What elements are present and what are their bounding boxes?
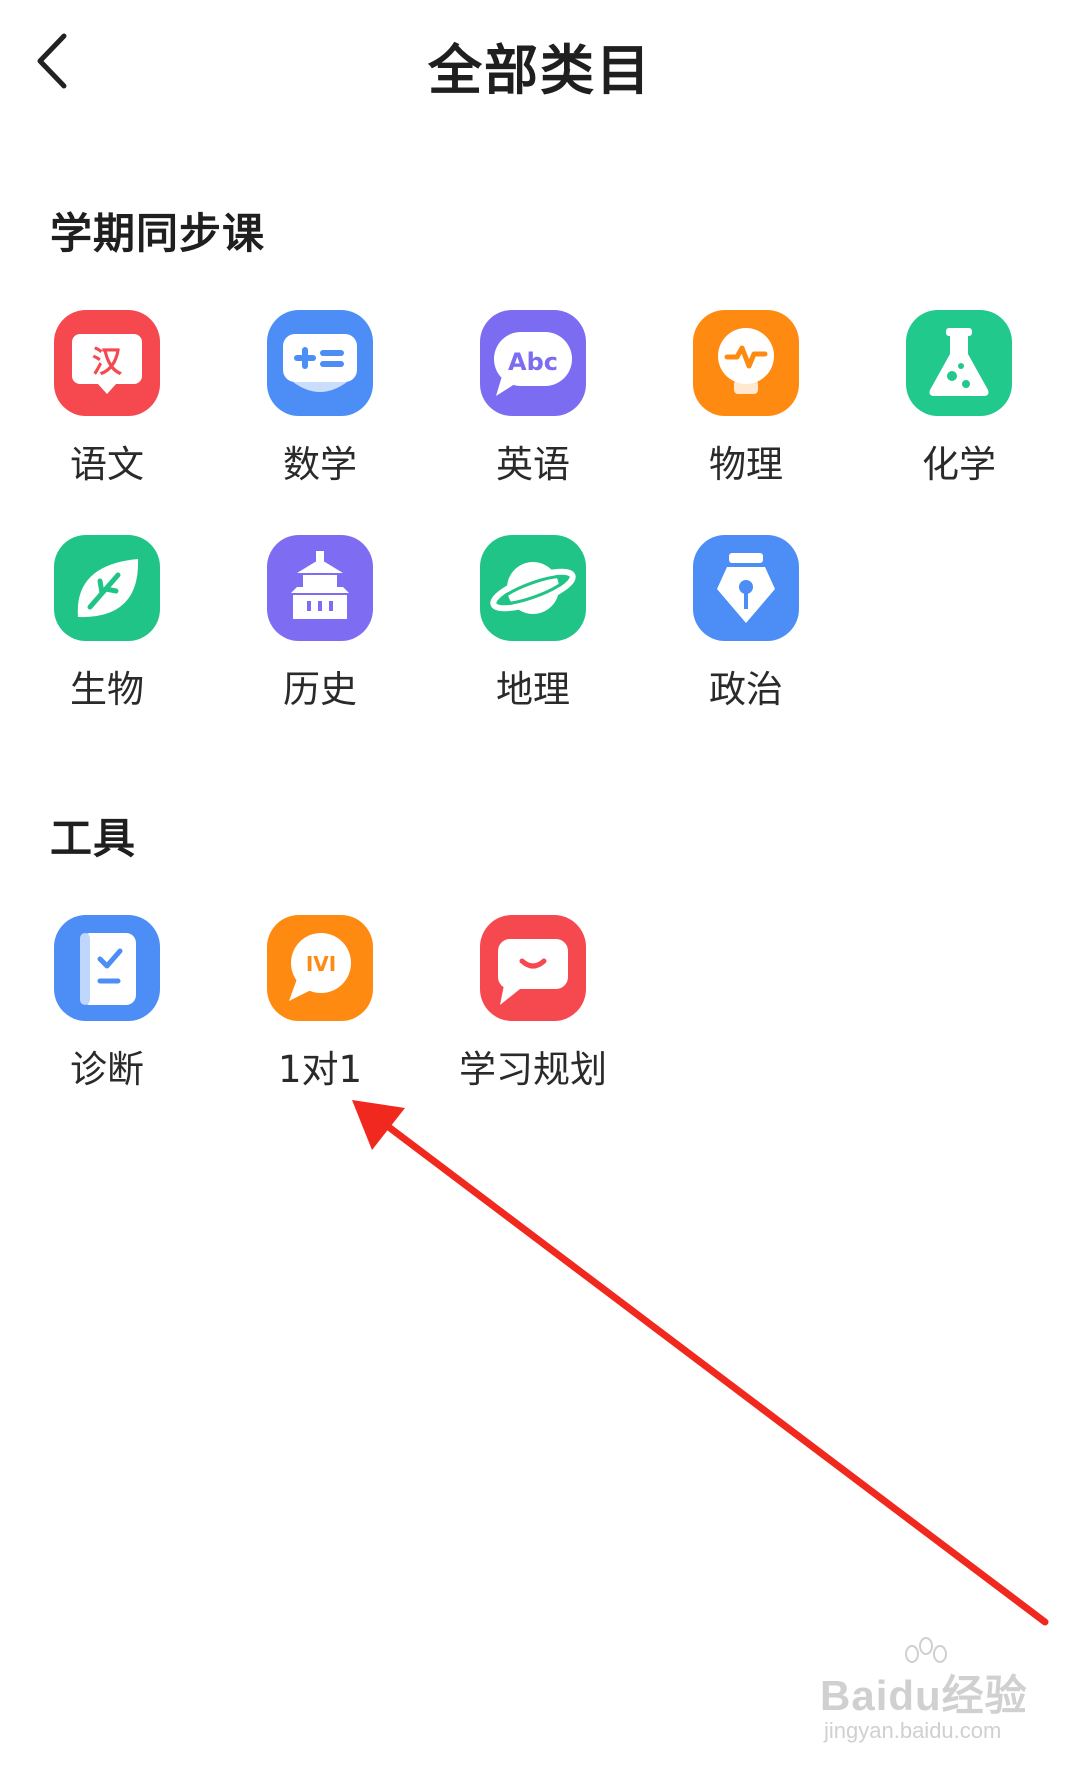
category-label: 生物 [70, 668, 144, 711]
plus-equals-icon [267, 310, 373, 416]
category-chemistry[interactable]: 化学 [879, 310, 1039, 500]
category-history[interactable]: 历史 [240, 535, 400, 725]
category-english[interactable]: Abc 英语 [453, 310, 613, 500]
chat-ivi-icon: IVI [267, 915, 373, 1021]
annotation-arrow [352, 1100, 1049, 1626]
category-politics[interactable]: 政治 [666, 535, 826, 725]
tool-label: 诊断 [70, 1048, 144, 1091]
section-title-tools: 工具 [50, 814, 137, 863]
category-biology[interactable]: 生物 [27, 535, 187, 725]
leaf-icon [54, 535, 160, 641]
category-label: 物理 [709, 443, 783, 486]
svg-text:汉: 汉 [92, 345, 123, 380]
tool-label: 1对1 [277, 1048, 363, 1091]
tool-study-plan[interactable]: 学习规划 [453, 915, 613, 1105]
svg-text:Abc: Abc [508, 348, 558, 376]
category-label: 政治 [709, 668, 783, 711]
temple-icon [267, 535, 373, 641]
pen-nib-icon [693, 535, 799, 641]
tool-label: 学习规划 [459, 1048, 607, 1091]
category-geography[interactable]: 地理 [453, 535, 613, 725]
tool-one-on-one[interactable]: IVI 1对1 [240, 915, 400, 1105]
category-physics[interactable]: 物理 [666, 310, 826, 500]
category-label: 数学 [283, 443, 357, 486]
section-title-sync-courses: 学期同步课 [50, 209, 266, 258]
category-chinese[interactable]: 汉 语文 [27, 310, 187, 500]
book-han-icon: 汉 [54, 310, 160, 416]
flask-icon [906, 310, 1012, 416]
page-title: 全部类目 [428, 39, 652, 102]
abc-bubble-icon: Abc [480, 310, 586, 416]
planet-icon [480, 535, 586, 641]
svg-text:IVI: IVI [306, 952, 336, 976]
category-label: 语文 [70, 443, 144, 486]
bulb-pulse-icon [693, 310, 799, 416]
tool-diagnosis[interactable]: 诊断 [27, 915, 187, 1105]
category-label: 历史 [283, 668, 357, 711]
smile-chat-icon [480, 915, 586, 1021]
category-label: 地理 [496, 668, 570, 711]
category-label: 化学 [922, 443, 996, 486]
category-math[interactable]: 数学 [240, 310, 400, 500]
category-label: 英语 [496, 443, 570, 486]
header-bar: 全部类目 [0, 0, 1080, 130]
clipboard-check-icon [54, 915, 160, 1021]
baidu-watermark: Baidu经验 jingyan.baidu.com [810, 1637, 1060, 1756]
